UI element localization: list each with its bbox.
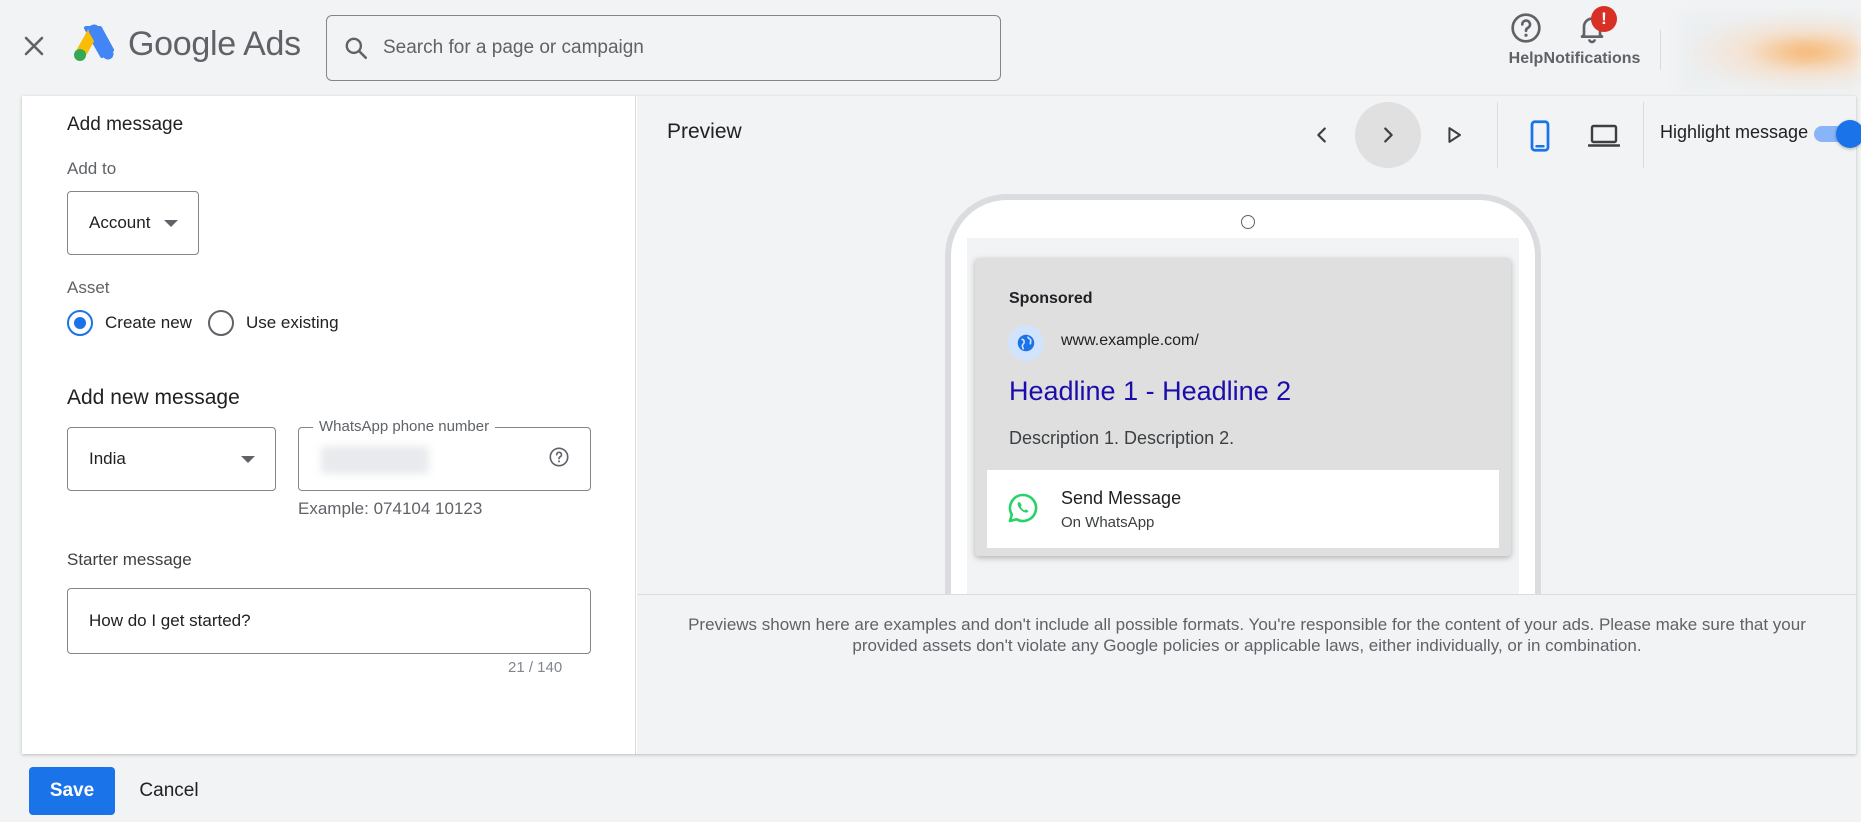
ad-display-url: www.example.com/ (1061, 332, 1199, 349)
phone-help-button[interactable] (548, 446, 570, 473)
dropdown-caret-icon (164, 220, 178, 227)
starter-message-value: How do I get started? (89, 611, 251, 630)
help-circle-icon (549, 447, 569, 467)
phone-frame: Sponsored www.example.com/ Headline 1 - … (945, 194, 1541, 594)
logo-text: Google Ads (128, 24, 301, 63)
top-bar: Google Ads Help ! Notifications (0, 0, 1861, 96)
google-ads-logo-icon (74, 24, 114, 61)
ad-preview-area: Sponsored www.example.com/ Headline 1 - … (637, 176, 1856, 594)
starter-message-label: Starter message (67, 550, 192, 569)
search-icon (345, 37, 368, 60)
radio-create-new[interactable] (67, 310, 93, 336)
search-bar[interactable] (326, 15, 1001, 81)
message-extension-subtitle: On WhatsApp (1061, 514, 1155, 531)
close-icon (24, 36, 44, 56)
previous-preview-button[interactable] (1289, 102, 1355, 168)
topbar-divider (1660, 30, 1661, 70)
next-preview-button[interactable] (1355, 102, 1421, 168)
cancel-button[interactable]: Cancel (124, 767, 214, 815)
message-extension: Send Message On WhatsApp (987, 470, 1499, 548)
country-value: India (89, 449, 126, 468)
starter-message-input[interactable]: How do I get started? (67, 588, 591, 654)
add-to-value: Account (89, 213, 151, 232)
phone-number-value[interactable] (321, 446, 429, 474)
asset-label: Asset (67, 278, 110, 297)
dropdown-caret-icon (241, 456, 255, 463)
phone-example-hint: Example: 074104 10123 (298, 499, 483, 518)
character-counter: 21 / 140 (508, 659, 563, 676)
ad-description: Description 1. Description 2. (1009, 428, 1235, 448)
preview-pane: Preview Highlight message Sponsored www.… (637, 96, 1861, 754)
chevron-right-icon (1384, 127, 1393, 143)
toolbar-divider (1643, 102, 1644, 168)
phone-camera (1241, 215, 1255, 229)
whatsapp-phone-label: WhatsApp phone number (313, 418, 496, 435)
whatsapp-icon (1007, 492, 1039, 529)
ad-headline: Headline 1 - Headline 2 (1009, 376, 1292, 406)
smartphone-icon (1530, 120, 1550, 152)
toolbar-divider (1497, 102, 1498, 168)
add-to-label: Add to (67, 159, 117, 178)
search-input[interactable] (383, 37, 963, 59)
notifications-button[interactable]: ! Notifications (1541, 6, 1643, 68)
preview-divider (637, 594, 1856, 595)
toggle-thumb (1836, 120, 1861, 148)
ad-card: Sponsored www.example.com/ Headline 1 - … (975, 258, 1511, 556)
laptop-icon (1588, 124, 1620, 147)
chevron-left-icon (1317, 127, 1326, 143)
phone-screen: Sponsored www.example.com/ Headline 1 - … (967, 238, 1519, 594)
close-button[interactable] (18, 30, 50, 62)
asset-radio-group: Create new Use existing (67, 310, 355, 336)
notification-badge: ! (1591, 6, 1617, 32)
help-icon (1511, 13, 1541, 43)
radio-use-existing-label[interactable]: Use existing (246, 313, 339, 333)
country-dropdown[interactable]: India (67, 427, 276, 491)
account-switcher[interactable] (1680, 12, 1861, 92)
highlight-message-label: Highlight message (1660, 122, 1809, 142)
highlight-message-toggle[interactable] (1814, 120, 1861, 148)
play-preview-button[interactable] (1421, 102, 1487, 168)
desktop-preview-button[interactable] (1582, 114, 1626, 158)
notifications-label: Notifications (1543, 50, 1641, 67)
add-to-dropdown[interactable]: Account (67, 191, 199, 255)
message-extension-title: Send Message (1061, 488, 1182, 508)
radio-use-existing[interactable] (207, 310, 234, 336)
preview-title: Preview (667, 120, 742, 143)
mobile-preview-button[interactable] (1518, 114, 1562, 158)
edit-panel: Add message Add to Account Asset Create … (22, 96, 1861, 754)
whatsapp-phone-field[interactable]: WhatsApp phone number (298, 418, 591, 491)
section-title: Add message (67, 114, 184, 135)
google-ads-logo[interactable]: Google Ads (72, 24, 301, 64)
add-new-message-title: Add new message (67, 386, 240, 409)
help-label: Help (1508, 50, 1544, 67)
preview-disclaimer: Previews shown here are examples and don… (688, 615, 1806, 655)
save-button[interactable]: Save (29, 767, 115, 815)
message-form: Add message Add to Account Asset Create … (22, 96, 636, 754)
play-icon (1448, 127, 1461, 143)
sponsored-label: Sponsored (1009, 290, 1093, 307)
globe-icon (1008, 325, 1044, 361)
radio-create-new-label[interactable]: Create new (105, 313, 192, 333)
